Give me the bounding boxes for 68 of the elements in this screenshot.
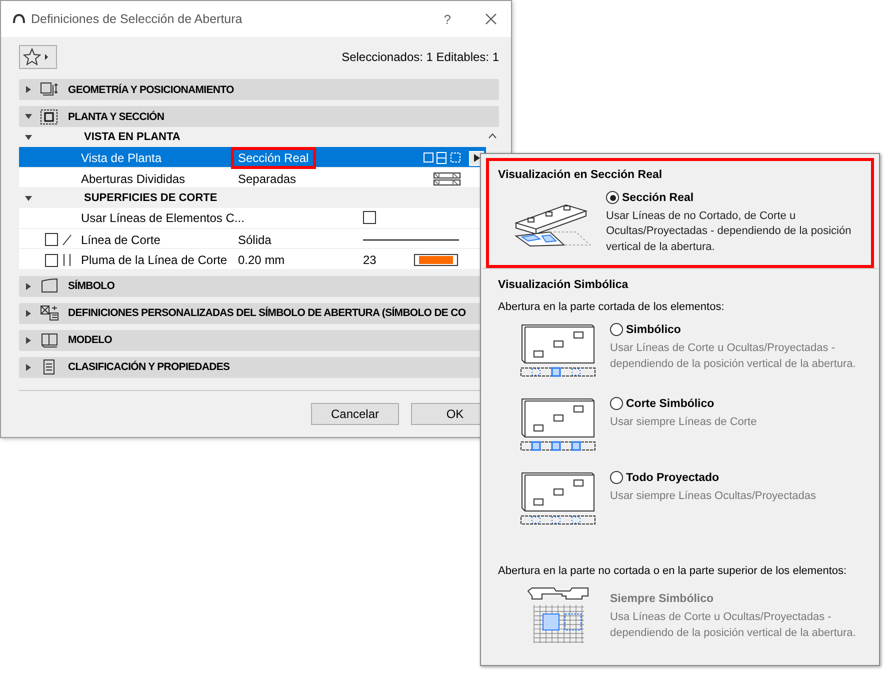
radio-button[interactable]	[610, 397, 623, 410]
option-description: Usar siempre Líneas Ocultas/Proyectadas	[610, 489, 818, 504]
caret-icon	[25, 113, 32, 120]
option-label[interactable]: Corte Simbólico	[626, 398, 714, 410]
slab-grid-drawing	[526, 587, 590, 644]
property-value: 0.20 mm	[237, 252, 286, 269]
caret-icon	[25, 310, 32, 316]
property-label: Vista de Planta	[81, 151, 163, 165]
property-label: Pluma de la Línea de Corte	[81, 253, 228, 267]
link-checkbox[interactable]	[45, 254, 58, 266]
caret-icon	[25, 282, 32, 290]
property-label: Usar Líneas de Elementos C...	[81, 210, 246, 225]
caret-icon[interactable]	[25, 134, 32, 140]
app-logo-icon	[13, 14, 25, 24]
group-title: SUPERFICIES DE CORTE	[84, 192, 218, 204]
checkbox[interactable]	[363, 211, 376, 224]
option-description: Usar Líneas de Corte u Ocultas/Proyectadas - dependiendo de la posición vertical de la abertura.	[610, 341, 857, 372]
pen-swatch[interactable]	[414, 254, 458, 266]
pen-icon	[62, 254, 72, 266]
custom-settings-icon	[40, 305, 60, 321]
property-label: Línea de Corte	[81, 232, 162, 246]
group-title: Visualización Simbólica	[498, 279, 630, 292]
symbol-icon	[40, 278, 60, 294]
help-button[interactable]: ?	[444, 12, 451, 26]
group-subtitle: Abertura en la parte cortada de los elementos:	[498, 301, 726, 314]
section-title: GEOMETRÍA Y POSICIONAMIENTO	[68, 84, 234, 96]
group-title: Visualización en Sección Real	[498, 169, 664, 181]
group-title: VISTA EN PLANTA	[84, 131, 180, 143]
selection-status: Seleccionados: 1 Editables: 1	[342, 50, 499, 64]
property-value: Separadas	[237, 170, 298, 188]
caret-icon	[25, 336, 32, 344]
property-label: Aberturas Divididas	[81, 172, 186, 186]
option-label[interactable]: Simbólico	[626, 324, 681, 336]
section-header[interactable]: PLANTA Y SECCIÓN	[19, 106, 499, 127]
option-description: Usar Líneas de no Cortado, de Corte u Ocultas/Proyectadas - dependiendo de la posición vertical de la abertura.	[606, 209, 852, 255]
split-openings-icon	[433, 170, 461, 186]
section-title: CLASIFICACIÓN Y PROPIEDADES	[68, 361, 230, 373]
option-label[interactable]: Siempre Simbólico	[610, 587, 714, 606]
window-title: Definiciones de Selección de Abertura	[31, 12, 244, 26]
link-checkbox[interactable]	[45, 233, 58, 246]
dialog-button[interactable]: Cancelar	[311, 402, 399, 424]
section-title: DEFINICIONES PERSONALIZADAS DEL SÍMBOLO DE ABERTURA (SÍMBOLO DE CO	[68, 307, 466, 319]
radio-button[interactable]	[606, 191, 619, 204]
favorites-button[interactable]	[19, 45, 57, 69]
radio-button[interactable]	[610, 471, 623, 484]
line-icon	[62, 234, 72, 246]
property-value: Sección Real	[231, 147, 316, 169]
box-dimension-icon	[40, 82, 60, 98]
section-title: PLANTA Y SECCIÓN	[68, 110, 164, 122]
property-value: Sólida	[237, 232, 272, 248]
section-title: SÍMBOLO	[68, 280, 115, 292]
hatched-frame-icon	[40, 108, 60, 124]
section-title: MODELO	[68, 334, 112, 346]
property-row[interactable]: Vista de Planta Sección Real	[19, 147, 486, 168]
group-subtitle: Abertura en la parte no cortada o en la parte superior de los elementos:	[498, 565, 848, 578]
pen-number: 23	[363, 253, 378, 267]
radio-button[interactable]	[610, 323, 623, 336]
option-label[interactable]: Todo Proyectado	[626, 472, 720, 484]
close-icon[interactable]	[485, 13, 497, 25]
option-description: Usar siempre Líneas de Corte	[610, 415, 758, 430]
caret-icon	[25, 364, 32, 370]
option-description: Usa Líneas de Corte u Ocultas/Proyectadas - dependiendo de la posición vertical de la abertura.	[610, 610, 857, 641]
caret-icon[interactable]	[25, 194, 32, 202]
option-label[interactable]: Sección Real	[622, 192, 694, 204]
book-icon	[40, 332, 60, 348]
caret-icon	[25, 86, 32, 93]
display-mode-icons[interactable]	[423, 152, 463, 164]
section-header[interactable]: GEOMETRÍA Y POSICIONAMIENTO	[19, 79, 499, 100]
